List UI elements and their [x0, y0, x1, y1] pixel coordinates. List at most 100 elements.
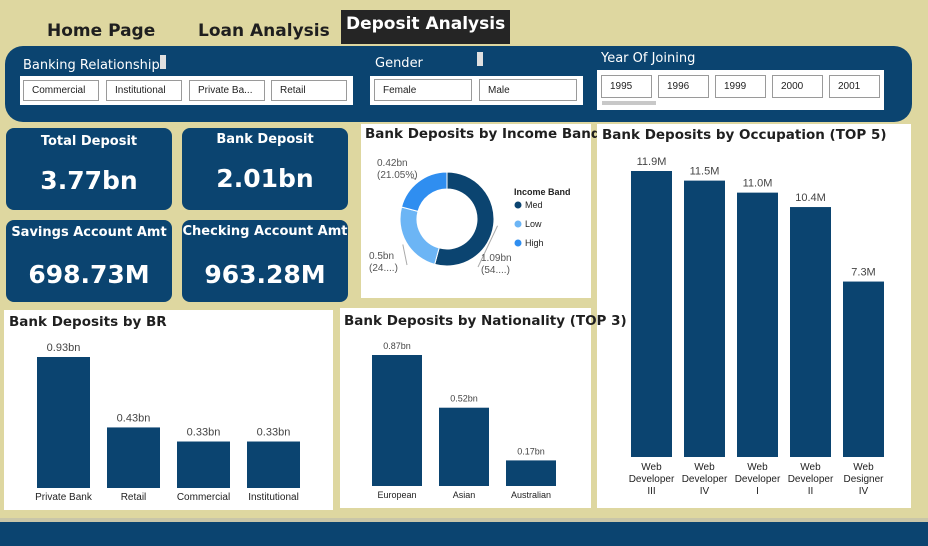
- tick-label: Web: [641, 462, 662, 473]
- nationality-panel: Bank Deposits by Nationality (TOP 3) 0.8…: [340, 308, 627, 508]
- data-label: 10.4M: [795, 192, 826, 204]
- legend-title: Income Band: [514, 187, 571, 197]
- legend-marker: [514, 220, 522, 228]
- tick-label: Developer: [629, 474, 675, 485]
- legend-marker: [514, 201, 522, 209]
- chip-year-1996[interactable]: 1996: [658, 75, 709, 98]
- tick-label: Developer: [682, 474, 728, 485]
- bar: [684, 180, 725, 457]
- tick-label: European: [377, 490, 416, 500]
- kpi-title: Savings Account Amt: [11, 225, 167, 240]
- data-label: 11.5M: [690, 166, 720, 178]
- tick-label: IV: [859, 486, 869, 497]
- occupation-bar-chart: 11.9MWebDeveloperIII11.5MWebDeveloperIV1…: [629, 156, 884, 497]
- chip-female[interactable]: Female: [374, 79, 472, 101]
- legend-entry: Med: [525, 200, 543, 210]
- income-band-panel: Bank Deposits by Income Band 1.09bn (54..…: [361, 124, 601, 298]
- bar: [631, 171, 672, 457]
- kpi-title: Total Deposit: [40, 134, 138, 149]
- data-label: 0.87bn: [383, 341, 411, 351]
- legend-entry: Low: [525, 219, 542, 229]
- data-label: (21.05%): [377, 170, 418, 181]
- kpi-savings-account: Savings Account Amt 698.73M: [4, 218, 174, 304]
- legend-marker: [514, 239, 522, 247]
- bar: [247, 441, 300, 488]
- data-label: 7.3M: [851, 267, 875, 279]
- income-band-donut: 1.09bn(54....) 0.5bn(24....) 0.42bn(21.05%…: [369, 158, 571, 276]
- chip-year-1995[interactable]: 1995: [601, 75, 652, 98]
- footer-bar: [0, 522, 928, 546]
- slicer-handle[interactable]: [477, 52, 483, 66]
- data-label: 0.43bn: [117, 412, 151, 424]
- tick-label: I: [756, 486, 759, 497]
- br-panel: Bank Deposits by BR 0.93bn Private Bank 0.…: [4, 310, 333, 510]
- gender-label: Gender: [375, 56, 423, 71]
- chip-year-2000[interactable]: 2000: [772, 75, 823, 98]
- tick-label: Web: [747, 462, 768, 473]
- bar: [107, 427, 160, 488]
- bar: [843, 281, 884, 457]
- kpi-total-deposit: Total Deposit 3.77bn: [4, 126, 174, 212]
- chip-commercial[interactable]: Commercial: [23, 80, 99, 101]
- kpi-checking-account: Checking Account Amt 963.28M: [180, 218, 350, 304]
- data-label: 1.09bn: [481, 253, 512, 264]
- kpi-title: Bank Deposit: [216, 132, 314, 147]
- data-label: 0.5bn: [369, 251, 394, 262]
- tick-label: Web: [800, 462, 821, 473]
- data-label: 0.93bn: [47, 342, 81, 354]
- tick-label: Developer: [788, 474, 834, 485]
- data-label: (24....): [369, 263, 398, 274]
- data-label: 0.52bn: [450, 394, 478, 404]
- tick-label: Private Bank: [35, 492, 93, 503]
- chip-male[interactable]: Male: [479, 79, 577, 101]
- tick-label: Australian: [511, 490, 551, 500]
- kpi-bank-deposit: Bank Deposit 2.01bn: [180, 126, 350, 212]
- tick-label: Retail: [121, 492, 147, 503]
- tick-label: Asian: [453, 490, 476, 500]
- year-scrollbar[interactable]: [602, 101, 656, 105]
- chip-retail[interactable]: Retail: [271, 80, 347, 101]
- data-label: (54....): [481, 265, 510, 276]
- nationality-bar-chart: 0.87bn European 0.52bn Asian 0.17bn Australia…: [372, 341, 556, 500]
- bar: [37, 357, 90, 488]
- occupation-panel: Bank Deposits by Occupation (TOP 5) 11.9…: [597, 124, 911, 508]
- slicer-handle[interactable]: [160, 55, 166, 69]
- bar: [372, 355, 422, 486]
- bar: [790, 207, 831, 457]
- donut-slice: [399, 206, 440, 265]
- bar: [439, 407, 489, 486]
- data-label: 11.9M: [637, 156, 667, 168]
- kpi-title: Checking Account Amt: [182, 224, 348, 239]
- tick-label: II: [808, 486, 814, 497]
- tick-label: Web: [694, 462, 715, 473]
- tick-label: Commercial: [177, 492, 230, 503]
- data-label: 0.33bn: [257, 427, 291, 439]
- chip-year-2001[interactable]: 2001: [829, 75, 880, 98]
- data-label: 0.17bn: [517, 446, 545, 456]
- nav-deposit-analysis[interactable]: Deposit Analysis: [341, 10, 511, 44]
- chip-year-1999[interactable]: 1999: [715, 75, 766, 98]
- year-label: Year Of Joining: [601, 51, 696, 66]
- bar: [737, 192, 778, 457]
- chip-private-bank[interactable]: Private Ba...: [189, 80, 265, 101]
- bar: [506, 460, 556, 486]
- leader-line: [402, 244, 408, 266]
- tick-label: Web: [853, 462, 874, 473]
- nav-loan-analysis[interactable]: Loan Analysis: [198, 21, 330, 41]
- tick-label: Developer: [735, 474, 781, 485]
- chip-institutional[interactable]: Institutional: [106, 80, 182, 101]
- kpi-value: 698.73M: [28, 260, 150, 289]
- kpi-value: 2.01bn: [216, 164, 314, 193]
- br-bar-chart: 0.93bn Private Bank 0.43bn Retail 0.33bn Comm…: [35, 342, 300, 503]
- nav-home-page[interactable]: Home Page: [47, 21, 155, 41]
- bar: [177, 441, 230, 488]
- data-label: 0.33bn: [187, 427, 221, 439]
- tick-label: Institutional: [248, 492, 299, 503]
- banking-relationship-label: Banking Relationship: [23, 58, 160, 73]
- data-label: 11.0M: [743, 178, 773, 190]
- tick-label: Designer: [843, 474, 884, 485]
- kpi-value: 963.28M: [204, 260, 326, 289]
- data-label: 0.42bn: [377, 158, 408, 169]
- kpi-value: 3.77bn: [40, 166, 138, 195]
- tick-label: III: [647, 486, 655, 497]
